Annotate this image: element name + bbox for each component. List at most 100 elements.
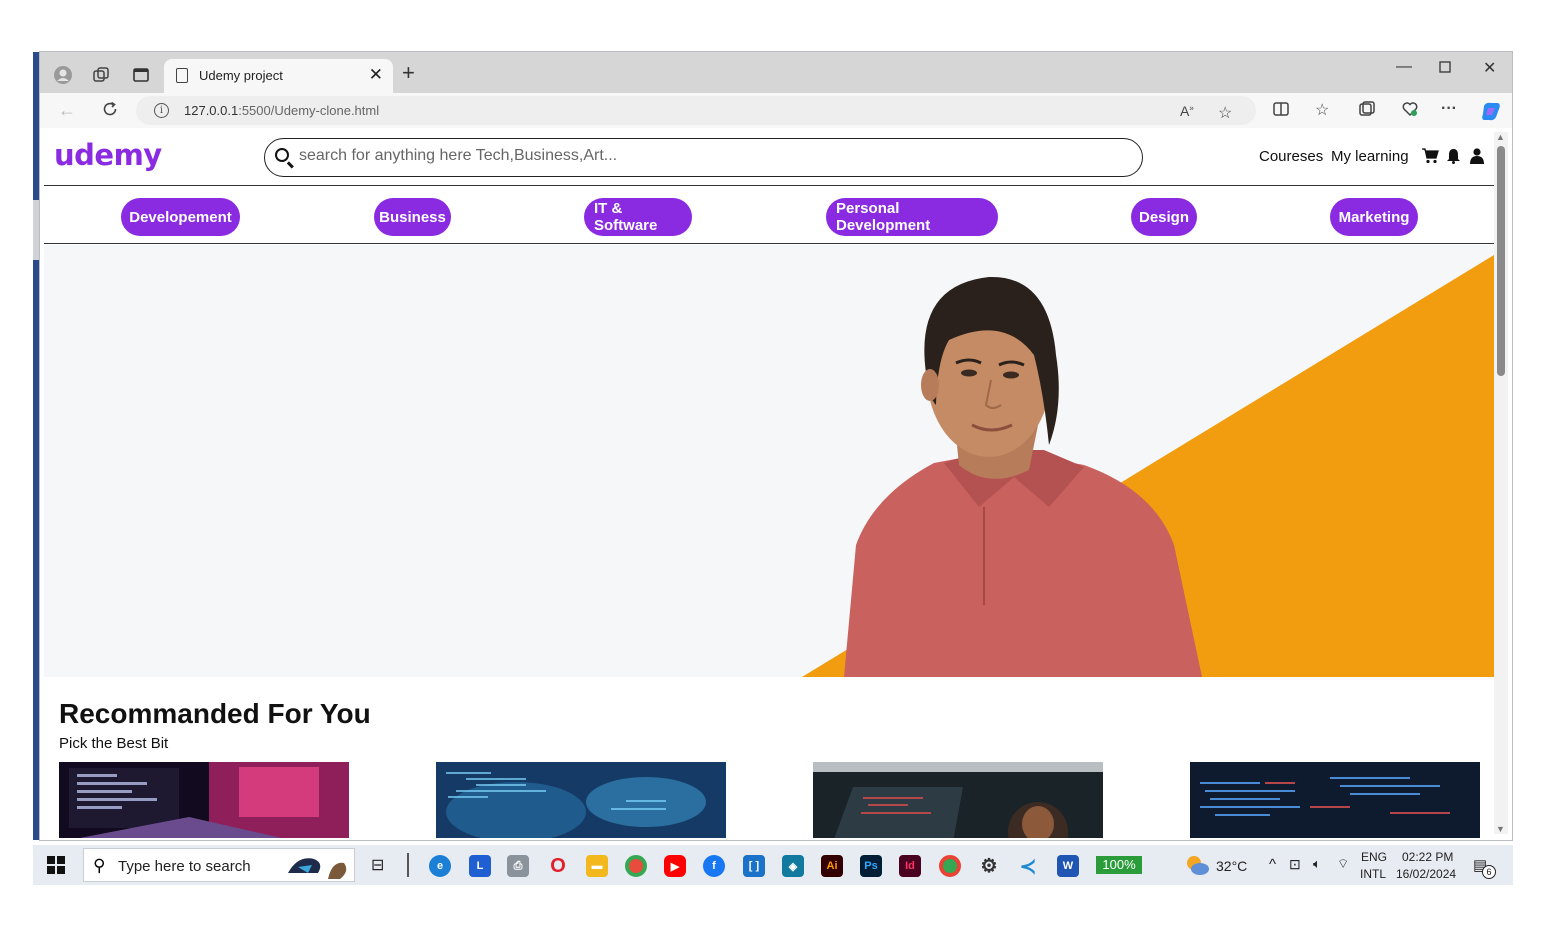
tab-actions-icon[interactable] (130, 64, 152, 86)
taskbar-search-box[interactable]: ⚲ Type here to search (83, 848, 355, 882)
course-image-code-screen (1190, 762, 1480, 838)
url-host: 127.0.0.1 (184, 103, 239, 118)
url-path: :5500/Udemy-clone.html (238, 103, 380, 118)
browser-window: Udemy project ✕ + — ✕ ← i 127.0.0.1:5500… (39, 51, 1513, 841)
app-l-icon[interactable]: L (469, 855, 491, 877)
url-text[interactable]: 127.0.0.1:5500/Udemy-clone.html (184, 103, 379, 118)
taskbar-divider (407, 853, 409, 877)
notification-bell-icon[interactable] (1446, 148, 1461, 169)
close-tab-icon[interactable]: ✕ (369, 65, 383, 85)
site-info-icon[interactable]: i (154, 103, 169, 118)
battery-indicator[interactable]: 100% (1096, 856, 1142, 874)
clock-time[interactable]: 02:22 PM (1402, 850, 1453, 864)
course-card-thumbnail[interactable] (1190, 762, 1480, 838)
maximize-icon[interactable] (1439, 60, 1451, 78)
chrome-profile-icon[interactable] (939, 855, 961, 877)
back-icon[interactable]: ← (58, 100, 76, 121)
search-icon: ⚲ (93, 856, 106, 875)
workspaces-icon[interactable] (90, 64, 112, 86)
category-business[interactable]: Business (374, 198, 451, 236)
page-scrollbar[interactable]: ▲ ▼ (1494, 132, 1508, 834)
printer-app-icon[interactable]: ⎙ (507, 855, 529, 877)
windows-start-icon[interactable] (47, 856, 65, 879)
site-header: udemy Coureses My learning (44, 128, 1494, 186)
tab-strip: Udemy project ✕ + — ✕ (40, 52, 1512, 93)
temperature[interactable]: 32°C (1216, 858, 1247, 874)
hero-banner (44, 245, 1494, 677)
course-card-thumbnail[interactable] (813, 762, 1103, 838)
category-personal-development[interactable]: Personal Development (826, 198, 998, 236)
settings-gear-icon[interactable]: ⚙ (978, 855, 1000, 877)
recommended-title: Recommanded For You (59, 698, 371, 729)
read-aloud-icon[interactable]: A» (1180, 103, 1194, 119)
category-developement[interactable]: Developement (121, 198, 240, 236)
illustrator-icon[interactable]: Ai (821, 855, 843, 877)
category-it-software[interactable]: IT & Software (584, 198, 692, 236)
hero-illustration (802, 255, 1494, 677)
nav-courses-link[interactable]: Coureses (1259, 148, 1323, 165)
word-icon[interactable]: W (1057, 855, 1079, 877)
collections-icon[interactable] (1358, 100, 1376, 123)
network-status-icon[interactable]: ⊡ (1289, 856, 1301, 873)
wifi-icon[interactable]: ⌔ (1337, 856, 1349, 872)
scroll-thumb[interactable] (1497, 146, 1505, 376)
screen: Udemy project ✕ + — ✕ ← i 127.0.0.1:5500… (0, 0, 1548, 936)
split-screen-icon[interactable] (1272, 100, 1290, 123)
tab-udemy-project[interactable]: Udemy project ✕ (164, 59, 393, 93)
shield-app-icon[interactable]: ◈ (782, 855, 804, 877)
scroll-up-icon[interactable]: ▲ (1496, 132, 1505, 142)
edge-browser-icon[interactable]: e (429, 855, 451, 877)
profile-icon[interactable] (52, 64, 74, 86)
document-icon (176, 68, 188, 83)
photoshop-icon[interactable]: Ps (860, 855, 882, 877)
file-explorer-icon[interactable]: ▬ (586, 855, 608, 877)
course-image-code-map (436, 762, 726, 838)
category-bar: Developement Business IT & Software Pers… (44, 188, 1494, 244)
browser-essentials-icon[interactable] (1401, 100, 1419, 123)
nav-my-learning-link[interactable]: My learning (1331, 148, 1409, 165)
tab-title: Udemy project (199, 68, 283, 83)
weather-icon[interactable] (1185, 854, 1209, 881)
task-view-icon[interactable]: ⊟ (371, 855, 384, 875)
volume-icon[interactable]: 🔈︎ (1313, 856, 1321, 872)
minimize-icon[interactable]: — (1396, 58, 1412, 76)
favorites-icon[interactable]: ☆ (1315, 100, 1329, 120)
category-design[interactable]: Design (1131, 198, 1197, 236)
course-card-thumbnail[interactable] (59, 762, 349, 838)
reload-icon[interactable] (101, 100, 119, 123)
search-bar[interactable] (264, 138, 1143, 177)
copilot-icon[interactable] (1480, 100, 1502, 127)
udemy-logo[interactable]: udemy (54, 138, 162, 172)
search-input[interactable] (299, 147, 1119, 165)
youtube-icon[interactable]: ▶ (664, 855, 686, 877)
language-line2[interactable]: INTL (1360, 867, 1386, 881)
course-card-thumbnail[interactable] (436, 762, 726, 838)
cart-icon[interactable] (1421, 148, 1439, 169)
clock-date[interactable]: 16/02/2024 (1396, 867, 1456, 881)
chrome-icon[interactable] (625, 855, 647, 877)
taskbar: ⚲ Type here to search ⊟ e L ⎙ O ▬ ▶ f [ … (33, 845, 1513, 885)
favorite-star-icon[interactable]: ☆ (1218, 103, 1232, 123)
course-image-developer (813, 762, 1103, 838)
recommended-subtitle: Pick the Best Bit (59, 735, 169, 752)
notification-count-badge: 6 (1482, 865, 1496, 879)
new-tab-icon[interactable]: + (402, 62, 415, 84)
category-marketing[interactable]: Marketing (1330, 198, 1418, 236)
indesign-icon[interactable]: Id (899, 855, 921, 877)
facebook-icon[interactable]: f (703, 855, 725, 877)
user-profile-icon[interactable] (1470, 148, 1484, 169)
close-window-icon[interactable]: ✕ (1483, 58, 1496, 78)
scroll-down-icon[interactable]: ▼ (1496, 824, 1505, 834)
language-line1[interactable]: ENG (1361, 850, 1387, 864)
vscode-icon[interactable]: ≺ (1017, 855, 1039, 878)
search-highlight-icon (288, 858, 347, 879)
taskbar-search-placeholder: Type here to search (118, 858, 251, 875)
opera-icon[interactable]: O (547, 855, 569, 877)
page-viewport: udemy Coureses My learning Develop (44, 128, 1494, 838)
address-bar[interactable]: i 127.0.0.1:5500/Udemy-clone.html A» ☆ (136, 96, 1256, 125)
app-bracket-icon[interactable]: [ ] (743, 855, 765, 877)
more-options-icon[interactable]: ··· (1441, 100, 1457, 118)
show-hidden-icons-icon[interactable]: ^ (1269, 856, 1276, 873)
address-row: ← i 127.0.0.1:5500/Udemy-clone.html A» ☆… (40, 93, 1512, 128)
search-icon (275, 148, 289, 162)
